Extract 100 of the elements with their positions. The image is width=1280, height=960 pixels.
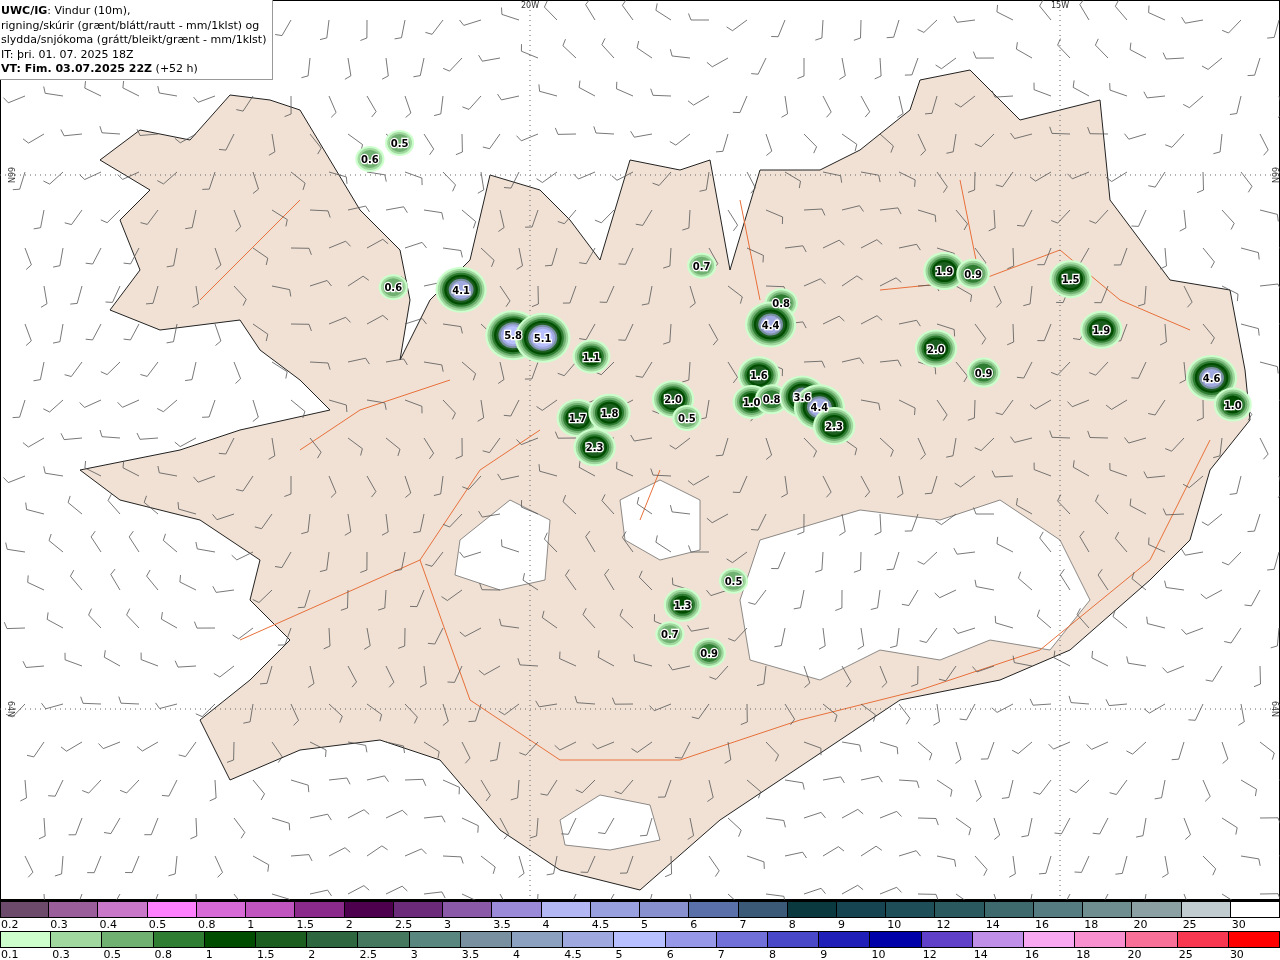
colorbar-label: 2.5 <box>393 918 413 931</box>
colorbar-label: 3 <box>409 948 418 960</box>
precipitation-cell <box>588 393 631 432</box>
precipitation-value: 2.0 <box>664 394 682 406</box>
colorbar-label: 10 <box>870 948 886 960</box>
colorbar-label: 4.5 <box>563 948 582 960</box>
precipitation-value: 0.9 <box>964 268 982 280</box>
colorbar-label: 0.2 <box>0 918 19 931</box>
precipitation-cell <box>573 428 616 467</box>
colorbar-label: 18 <box>1083 918 1099 931</box>
colorbar-label: 0.8 <box>196 918 216 931</box>
colorbar-label: 4.5 <box>590 918 610 931</box>
precipitation-value: 0.9 <box>700 647 718 659</box>
colorbar-label: 9 <box>837 918 845 931</box>
precipitation-cell <box>1080 310 1123 349</box>
precipitation-cell <box>663 587 702 622</box>
colorbar-label: 8 <box>787 918 796 931</box>
precipitation-value: 0.7 <box>661 629 679 641</box>
precipitation-cell <box>572 339 611 374</box>
colorbar-label: 4 <box>541 918 550 931</box>
colorbar-label: 16 <box>1033 918 1049 931</box>
colorbar-label: 6 <box>689 918 698 931</box>
precipitation-cell <box>966 357 1001 388</box>
latitude-label: 64N <box>6 700 15 718</box>
precipitation-cell <box>718 567 749 594</box>
colorbar-label: 20 <box>1132 918 1148 931</box>
colorbar-label: 3 <box>443 918 452 931</box>
precipitation-value: 4.1 <box>452 284 470 296</box>
colorbar-label: 1 <box>204 948 213 960</box>
latitude-label: 64N <box>1270 700 1279 718</box>
precipitation-value: 1.8 <box>600 407 619 419</box>
colorbar-label: 9 <box>819 948 828 960</box>
precipitation-value: 1.9 <box>935 266 954 278</box>
legend-text: VT: Fim. 03.07.2025 22Z (+52 h) <box>1 62 199 77</box>
colorbar-label: 3.5 <box>460 948 480 960</box>
colorbar-label: 30 <box>1228 948 1244 960</box>
colorbar-label: 30 <box>1230 918 1246 931</box>
colorbar-label: 12 <box>935 918 951 931</box>
colorbar-label: 0.5 <box>102 948 121 960</box>
precipitation-value: 0.7 <box>692 260 711 272</box>
precipitation-value: 4.6 <box>1202 372 1221 384</box>
precipitation-value: 1.6 <box>750 370 768 382</box>
precipitation-cell <box>672 404 702 431</box>
legend-text: slydda/snjókoma (grátt/bleikt/grænt - mm/1klst) <box>1 33 267 48</box>
colorbar-label: 5 <box>614 948 623 960</box>
precipitation-cell <box>687 252 717 279</box>
colorbar-label: 2.5 <box>358 948 377 960</box>
precipitation-value: 1.3 <box>673 599 692 611</box>
precipitation-value: 1.9 <box>1092 324 1111 336</box>
colorbar-label: 4 <box>512 948 521 960</box>
precipitation-value: 0.6 <box>384 282 403 294</box>
precipitation-cell <box>655 621 685 648</box>
colorbar-label: 14 <box>984 918 1000 931</box>
colorbar-label: 0.8 <box>153 948 173 960</box>
colorbar-label: 2 <box>344 918 353 931</box>
colorbar-label: 18 <box>1075 948 1091 960</box>
precipitation-cell <box>745 301 797 348</box>
precipitation-cell <box>1213 387 1252 422</box>
colorbar-label: 14 <box>972 948 988 960</box>
colorbar-label: 25 <box>1181 918 1197 931</box>
precipitation-cell <box>385 129 415 156</box>
precipitation-value: 4.4 <box>810 402 829 414</box>
precipitation-cell <box>1049 260 1092 299</box>
precipitation-value: 0.5 <box>678 412 696 424</box>
colorbar-label: 16 <box>1024 948 1040 960</box>
precipitation-value: 1.1 <box>582 351 601 363</box>
colorbar-label: 1.5 <box>256 948 275 960</box>
colorbar-label: 0.3 <box>51 948 70 960</box>
colorbar-label: 6 <box>665 948 674 960</box>
precipitation-value: 0.6 <box>361 154 379 165</box>
colorbar-label: 8 <box>768 948 777 960</box>
legend-text: IT: þri. 01. 07. 2025 18Z <box>1 47 135 62</box>
precipitation-value: 0.9 <box>974 367 993 379</box>
colorbar-label: 7 <box>738 918 747 931</box>
precipitation-value: 0.8 <box>762 394 781 406</box>
colorbar-label: 0.5 <box>147 918 167 931</box>
precipitation-cell <box>956 258 990 289</box>
road-line <box>639 469 661 521</box>
precipitation-cell <box>692 637 726 668</box>
colorbar-label: 20 <box>1126 948 1142 960</box>
precipitation-value: 1.5 <box>1061 274 1080 286</box>
colorbar-label: 1 <box>246 918 255 931</box>
precipitation-value: 4.4 <box>761 319 780 331</box>
colorbar-label: 0.3 <box>49 918 68 931</box>
colorbar-label: 5 <box>640 918 649 931</box>
precipitation-cell <box>378 274 408 301</box>
colorbar-label: 0.4 <box>98 918 117 931</box>
precipitation-value: 1.7 <box>568 412 587 424</box>
colorbar-label: 25 <box>1177 948 1193 960</box>
precipitation-value: 2.0 <box>927 343 945 355</box>
legend-text: UWC/IG: Vindur (10m), <box>1 4 132 19</box>
precipitation-value: 2.3 <box>825 421 844 432</box>
colorbar-label: 3.5 <box>492 918 511 931</box>
precipitation-value: 2.3 <box>585 442 604 454</box>
colorbar-label: 0.1 <box>0 948 19 960</box>
longitude-label: 20W <box>520 1 540 10</box>
colorbar-label: 12 <box>921 948 937 960</box>
precipitation-value: 0.5 <box>724 575 743 587</box>
precipitation-value: 5.1 <box>533 332 552 344</box>
legend-text: rigning/skúrir (grænt/blátt/rautt - mm/1klst) og <box>1 18 261 33</box>
